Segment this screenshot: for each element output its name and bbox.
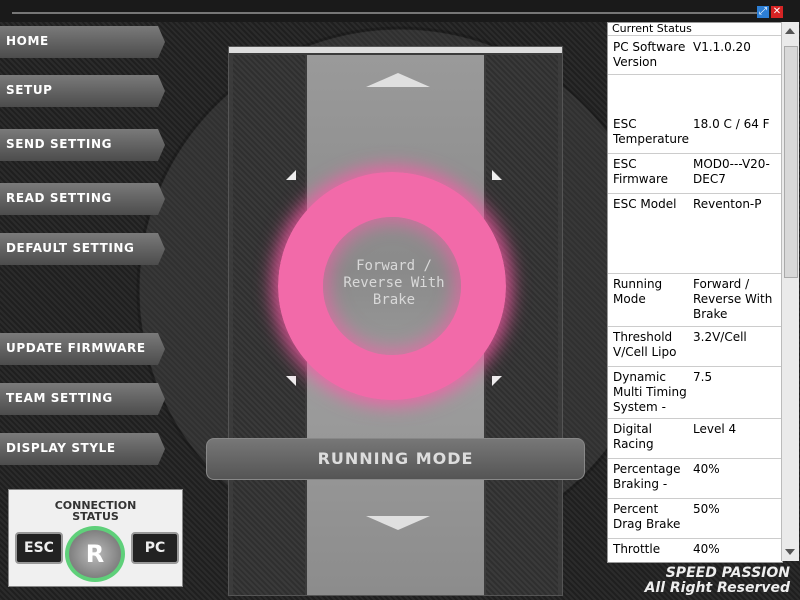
status-key: Running Mode — [613, 277, 663, 306]
status-key: ESC Firmware — [613, 157, 668, 186]
display-style-button[interactable]: DISPLAY STYLE — [0, 433, 165, 465]
status-row: Dynamic Multi Timing System - 7.5 — [608, 366, 782, 419]
title-bar: ⤢ ✕ — [0, 0, 800, 22]
status-key: PC Software Version — [613, 40, 686, 69]
team-setting-button[interactable]: TEAM SETTING — [0, 383, 165, 415]
read-setting-button[interactable]: READ SETTING — [0, 183, 165, 215]
scroll-up-icon[interactable] — [785, 28, 795, 34]
status-value: Level 4 — [693, 422, 737, 436]
status-key: Threshold V/Cell Lipo — [613, 330, 677, 359]
status-row: Throttle 40% — [608, 538, 782, 562]
status-value: Reventon-P — [693, 197, 762, 211]
connection-status-panel: CONNECTION STATUS ESC R PC — [8, 489, 183, 587]
pc-indicator: PC — [131, 532, 179, 564]
mode-value-text: Forward / Reverse With Brake — [343, 258, 445, 308]
status-key: Percentage Braking - — [613, 462, 681, 491]
send-setting-button[interactable]: SEND SETTING — [0, 129, 165, 161]
default-setting-button[interactable]: DEFAULT SETTING — [0, 233, 165, 265]
status-key: Digital Racing — [613, 422, 654, 451]
status-row: Running Mode Forward / Reverse With Brak… — [608, 273, 782, 327]
status-value: 40% — [693, 542, 720, 556]
status-value: V1.1.0.20 — [693, 40, 751, 54]
status-row: Digital Racing Level 4 — [608, 418, 782, 459]
status-row: Percent Drag Brake 50% — [608, 498, 782, 539]
status-value: 3.2V/Cell — [693, 330, 747, 344]
mode-up-arrow-icon[interactable] — [366, 73, 430, 87]
status-key: Dynamic Multi Timing System - — [613, 370, 687, 414]
esc-indicator: ESC — [15, 532, 63, 564]
setup-button[interactable]: SETUP — [0, 75, 165, 107]
brand-name: SPEED PASSION — [665, 565, 790, 581]
status-row: ESC Model Reventon-P — [608, 193, 782, 274]
current-status-panel: Current Status PC Software Version V1.1.… — [607, 22, 783, 563]
scroll-thumb[interactable] — [784, 46, 798, 278]
status-row-spacer — [608, 74, 782, 75]
status-value: 7.5 — [693, 370, 713, 384]
home-button[interactable]: HOME — [0, 26, 165, 58]
close-icon[interactable]: ✕ — [771, 6, 783, 18]
status-row: Percentage Braking - 40% — [608, 458, 782, 499]
status-value: 40% — [693, 462, 720, 476]
status-scrollbar[interactable] — [781, 22, 799, 561]
maximize-icon[interactable]: ⤢ — [757, 6, 769, 18]
scroll-down-icon[interactable] — [785, 549, 795, 555]
status-row: ESC Firmware MOD0---V20-DEC7 — [608, 153, 782, 194]
status-key: ESC Model — [613, 197, 677, 211]
corner-top-left-icon — [286, 170, 296, 180]
connection-title: CONNECTION STATUS — [9, 500, 182, 522]
status-header: Current Status — [608, 23, 782, 36]
update-firmware-button[interactable]: UPDATE FIRMWARE — [0, 333, 165, 365]
corner-bottom-left-icon — [286, 376, 296, 386]
status-value: 18.0 C / 64 F — [693, 117, 770, 131]
status-value: MOD0---V20-DEC7 — [693, 157, 770, 186]
title-bar-line — [12, 12, 757, 14]
corner-bottom-right-icon — [492, 376, 502, 386]
status-value: 50% — [693, 502, 720, 516]
mode-down-arrow-icon[interactable] — [366, 516, 430, 530]
connection-logo-icon: R — [65, 526, 125, 582]
panel-top-line — [229, 47, 562, 53]
status-value: Forward / Reverse With Brake — [693, 277, 773, 321]
copyright: All Right Reserved — [644, 580, 790, 596]
brand-footer: SPEED PASSION All Right Reserved — [560, 566, 790, 600]
status-key: Throttle — [613, 542, 661, 556]
status-key: Percent Drag Brake — [613, 502, 681, 531]
connection-title-line2: STATUS — [72, 510, 119, 523]
corner-top-right-icon — [492, 170, 502, 180]
status-key: ESC Temperature — [613, 117, 690, 146]
status-row: ESC Temperature 18.0 C / 64 F — [608, 113, 782, 154]
status-row: Threshold V/Cell Lipo 3.2V/Cell — [608, 326, 782, 367]
running-mode-bar: RUNNING MODE — [206, 438, 585, 480]
status-row: PC Software Version V1.1.0.20 — [608, 36, 782, 75]
